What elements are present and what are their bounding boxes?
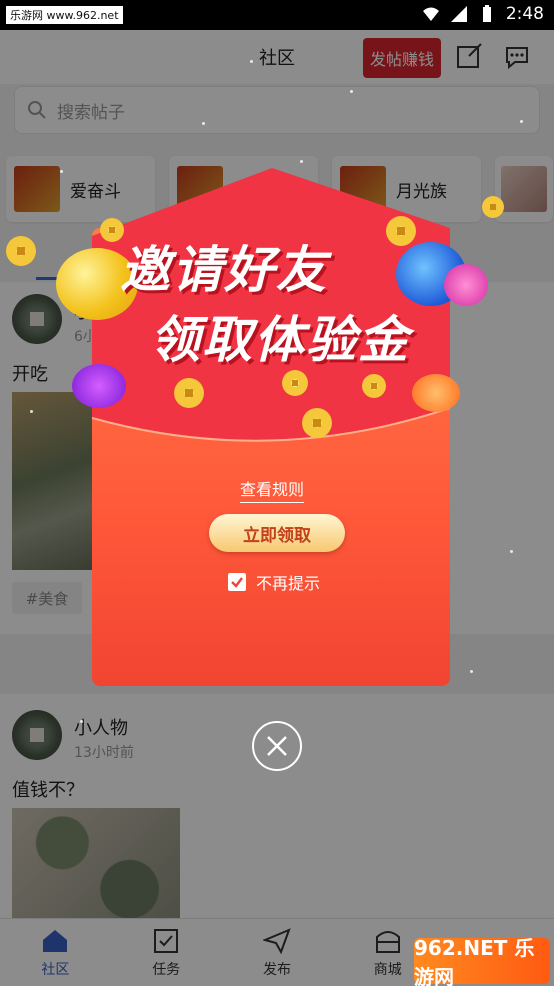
decoration-balloon-pink: [444, 264, 488, 306]
decoration-coin: [174, 378, 204, 408]
battery-icon: [482, 5, 491, 22]
status-watermark: 乐游网 www.962.net: [6, 6, 123, 24]
decoration-coin: [302, 408, 332, 438]
popup-headline-2: 领取体验金: [150, 311, 410, 369]
decoration-balloon-purple: [72, 364, 126, 408]
dont-remind-checkbox[interactable]: [228, 573, 246, 591]
decoration-coin: [362, 374, 386, 398]
decoration-coin: [482, 196, 504, 218]
decoration-coin: [386, 216, 416, 246]
status-time: 2:48: [505, 4, 544, 24]
decoration-coin: [282, 370, 308, 396]
dont-remind-label: 不再提示: [256, 574, 321, 593]
status-bar: 乐游网 www.962.net 2:48: [0, 0, 554, 30]
signal-icon: [450, 6, 467, 22]
check-icon: [231, 577, 243, 588]
dont-remind-option[interactable]: 不再提示: [228, 570, 320, 594]
close-icon: [267, 736, 287, 756]
wifi-icon: [422, 7, 439, 21]
site-watermark: 962.NET 乐游网: [414, 936, 550, 986]
status-icons: 2:48: [422, 4, 544, 24]
claim-button[interactable]: 立即领取: [209, 514, 345, 552]
popup-headline-1: 邀请好友: [120, 241, 328, 299]
decoration-coin: [6, 236, 36, 266]
rules-link[interactable]: 查看规则: [240, 476, 305, 503]
decoration-balloon-orange: [412, 374, 460, 412]
close-popup-button[interactable]: [252, 721, 302, 771]
